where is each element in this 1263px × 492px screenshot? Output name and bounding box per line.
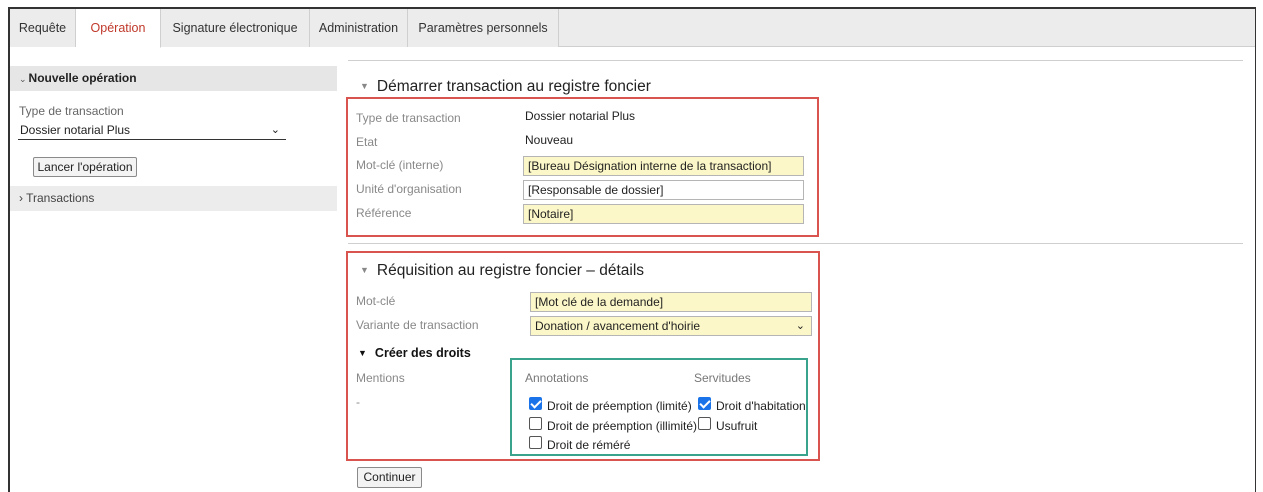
annotation-checkbox[interactable] <box>529 436 542 449</box>
transaction-type-value: Dossier notarial Plus <box>20 123 131 137</box>
mentions-label: Mentions <box>356 371 405 385</box>
keyword-label: Mot-clé <box>356 294 396 308</box>
annotations-header: Annotations <box>525 371 589 385</box>
servitude-label: Usufruit <box>716 419 758 433</box>
row-label: Mot-clé (interne) <box>356 158 444 172</box>
row-label: Unité d'organisation <box>356 182 462 196</box>
variant-label: Variante de transaction <box>356 318 479 332</box>
tab-administration[interactable]: Administration <box>310 9 408 47</box>
transaction-type-select[interactable]: Dossier notarial Plus ⌄ <box>18 120 286 140</box>
tab-requete[interactable]: Requête <box>10 9 76 47</box>
row-label: Référence <box>356 206 412 220</box>
tab-operation[interactable]: Opération <box>76 9 161 48</box>
transactions-title: Transactions <box>26 191 95 205</box>
create-rights-header[interactable]: ▼ Créer des droits <box>358 346 471 360</box>
keyword-input[interactable]: [Mot clé de la demande] <box>530 292 812 312</box>
variant-value: Donation / avancement d'hoirie <box>535 319 701 333</box>
annotation-checkbox[interactable] <box>529 417 542 430</box>
servitude-checkbox[interactable] <box>698 397 711 410</box>
servitude-label: Droit d'habitation <box>716 399 806 413</box>
chevron-down-icon: ⌄ <box>795 320 805 332</box>
servitude-checkbox[interactable] <box>698 417 711 430</box>
mentions-value: - <box>356 395 360 409</box>
transaction-type-label: Type de transaction <box>19 104 124 118</box>
row-label: Etat <box>356 135 378 149</box>
tab-parametres[interactable]: Paramètres personnels <box>408 9 559 47</box>
row-value: Dossier notarial Plus <box>525 109 636 123</box>
org-unit-input[interactable]: [Responsable de dossier] <box>523 180 804 200</box>
new-operation-title: Nouvelle opération <box>28 71 137 85</box>
divider <box>348 243 1243 244</box>
annotation-label: Droit de préemption (illimité) <box>547 419 698 433</box>
row-value: Nouveau <box>525 133 574 147</box>
annotation-checkbox[interactable] <box>529 397 542 410</box>
chevron-down-icon: ⌄ <box>270 124 280 136</box>
servitudes-header: Servitudes <box>694 371 751 385</box>
chevron-down-icon: ⌄ <box>19 74 27 84</box>
row-label: Type de transaction <box>356 111 461 125</box>
chevron-right-icon: › <box>19 191 23 205</box>
collapse-triangle-icon: ▼ <box>358 348 367 358</box>
new-operation-header[interactable]: ⌄ Nouvelle opération <box>10 66 337 91</box>
collapse-triangle-icon: ▼ <box>360 81 369 91</box>
annotation-label: Droit de réméré <box>547 438 631 452</box>
launch-operation-button[interactable]: Lancer l'opération <box>33 157 137 177</box>
variant-select[interactable]: Donation / avancement d'hoirie ⌄ <box>530 316 812 336</box>
tab-bar: Requête Opération Signature électronique… <box>10 9 1255 48</box>
reference-input[interactable]: [Notaire] <box>523 204 804 224</box>
divider <box>348 60 1243 61</box>
tab-signature[interactable]: Signature électronique <box>161 9 310 47</box>
transactions-header[interactable]: › Transactions <box>10 186 337 211</box>
section1-title[interactable]: ▼ Démarrer transaction au registre foncie… <box>360 78 651 96</box>
internal-keyword-input[interactable]: [Bureau Désignation interne de la transa… <box>523 156 804 176</box>
annotation-label: Droit de préemption (limité) <box>547 399 692 413</box>
continue-button[interactable]: Continuer <box>357 467 422 488</box>
